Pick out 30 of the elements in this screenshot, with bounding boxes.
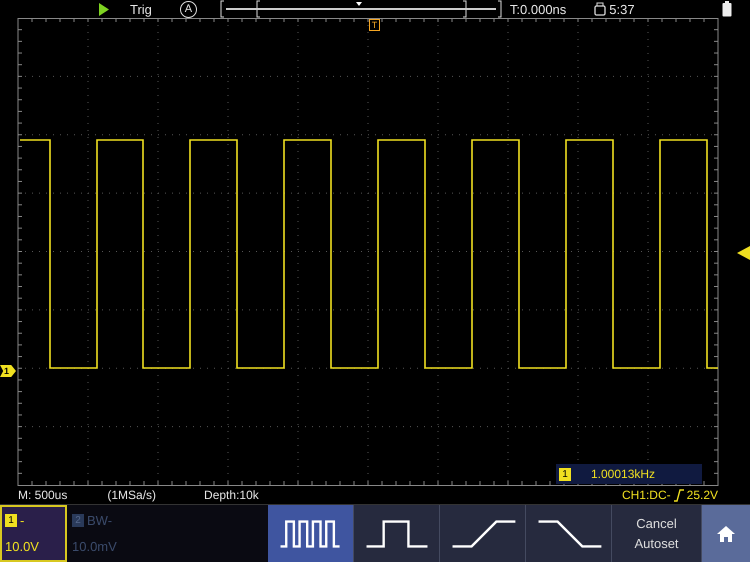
clock: 5:37 xyxy=(609,2,635,16)
waveform-button[interactable] xyxy=(354,505,440,562)
trigger-position-marker: T xyxy=(369,19,380,31)
volts-per-division: 10.0mV xyxy=(72,540,117,554)
home-button[interactable] xyxy=(702,505,750,562)
trigger-mode: A xyxy=(180,0,197,18)
waveform-button[interactable] xyxy=(526,505,612,562)
frequency-value: 1.00013kHz xyxy=(591,468,656,480)
trigger-level: 25.2V xyxy=(686,489,718,501)
channel-marker: 1 xyxy=(0,365,16,377)
channel-badge: 1 xyxy=(559,468,571,480)
trigger-level-marker-icon xyxy=(737,246,750,260)
timebase: M: 500us xyxy=(18,489,68,501)
waveform-button[interactable] xyxy=(268,505,354,562)
waveform-button[interactable] xyxy=(440,505,526,562)
memory-depth: Depth:10k xyxy=(204,489,259,501)
time-offset: T:0.000ns xyxy=(510,2,566,16)
trigger-label: Trig xyxy=(130,2,152,16)
volts-per-division: 10.0V xyxy=(5,540,39,554)
home-icon xyxy=(717,526,735,542)
coupling-label: BW- xyxy=(87,514,112,527)
sample-rate: (1MSa/s) xyxy=(107,489,156,501)
channel-badge: 1 xyxy=(5,514,17,527)
battery-icon xyxy=(722,1,732,17)
channel-button[interactable]: 1 - 10.0V xyxy=(0,505,67,562)
cancel-autoset-button[interactable]: Cancel Autoset xyxy=(612,505,702,562)
trigger-source: CH1:DC- xyxy=(622,489,671,501)
coupling-label: - xyxy=(20,514,24,527)
play-icon xyxy=(98,2,110,16)
rising-edge-icon xyxy=(674,488,684,502)
